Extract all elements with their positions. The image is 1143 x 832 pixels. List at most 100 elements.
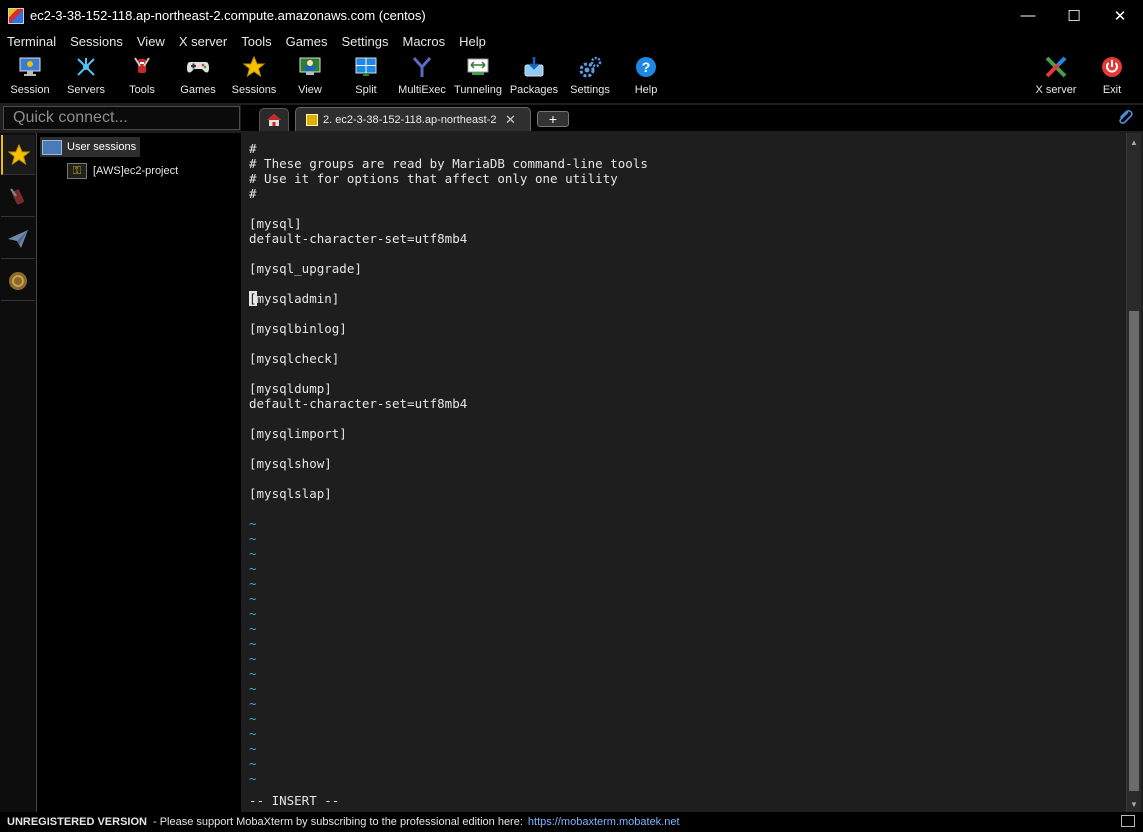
monitor-icon [18,55,42,79]
session-label: Session [10,84,50,96]
quick-connect-input[interactable]: Quick connect... [3,106,240,130]
session-tab[interactable]: 2. ec2-3-38-152-118.ap-northeast-2 ✕ [295,107,531,131]
monitor-icon[interactable] [1121,815,1135,827]
menu-view[interactable]: View [130,34,172,49]
paperclip-icon[interactable] [1117,109,1133,130]
packages-icon [522,55,546,79]
session-item-aws-ec2-project[interactable]: ⚿ [AWS]ec2-project [67,162,178,180]
help-label: Help [634,84,658,96]
session-button[interactable]: Session [2,51,58,103]
window-title: ec2-3-38-152-118.ap-northeast-2.compute.… [30,8,426,23]
x-server-button[interactable]: X server [1028,51,1084,103]
packages-button[interactable]: Packages [506,51,562,103]
scroll-down-arrow-icon[interactable]: ▼ [1127,797,1141,811]
terminal-line: [mysqlimport] [249,426,347,441]
key-icon: ⚿ [67,163,87,179]
gamepad-icon [186,55,210,79]
menu-help[interactable]: Help [452,34,493,49]
text-cursor: [ [249,291,257,306]
vim-empty-line-tilde: ~ [249,606,257,621]
svg-text:?: ? [642,59,651,75]
rail-macros-button[interactable] [1,261,35,301]
rail-sessions-button[interactable] [1,135,35,175]
view-button[interactable]: View [282,51,338,103]
vim-empty-line-tilde: ~ [249,771,257,786]
home-icon [267,114,281,126]
vim-empty-line-tilde: ~ [249,591,257,606]
close-tab-icon[interactable]: ✕ [505,112,516,128]
menu-games[interactable]: Games [279,34,335,49]
multiexec-button[interactable]: MultiExec [394,51,450,103]
menu-sessions[interactable]: Sessions [63,34,130,49]
vim-empty-line-tilde: ~ [249,531,257,546]
servers-label: Servers [67,84,105,96]
tools-button[interactable]: Tools [114,51,170,103]
side-rail [0,133,37,812]
terminal-line: [mysqlshow] [249,456,332,471]
terminal-line: default-character-set=utf8mb4 [249,231,468,246]
x-server-label: X server [1035,84,1077,96]
home-tab[interactable] [259,108,289,131]
vim-empty-line-tilde: ~ [249,546,257,561]
tunneling-button[interactable]: Tunneling [450,51,506,103]
mobatek-link[interactable]: https://mobaxterm.mobatek.net [528,816,680,828]
tab-bar: 2. ec2-3-38-152-118.ap-northeast-2 ✕ + [241,105,1143,131]
games-button[interactable]: Games [170,51,226,103]
packages-label: Packages [509,84,559,96]
terminal-line: [mysqlcheck] [249,351,340,366]
servers-button[interactable]: Servers [58,51,114,103]
terminal-line: # [249,186,257,201]
terminal-line: [mysqlbinlog] [249,321,347,336]
tunneling-icon [466,55,490,79]
sessions-label: Sessions [231,84,277,96]
help-icon: ? [634,55,658,79]
menu-settings[interactable]: Settings [335,34,396,49]
terminal-line: [mysql_upgrade] [249,261,362,276]
help-button[interactable]: ? Help [618,51,674,103]
menu-x-server[interactable]: X server [172,34,234,49]
minimize-button[interactable]: — [1005,0,1051,31]
sessions-sidebar: User sessions ⚿ [AWS]ec2-project [37,133,241,812]
terminal-scrollbar[interactable]: ▲ ▼ [1126,133,1141,813]
rail-tools-button[interactable] [1,177,35,217]
toolbar: Session Servers Tools Games Sessions Vie… [0,51,1143,103]
user-sessions-label: User sessions [67,141,137,153]
status-bar: UNREGISTERED VERSION - Please support Mo… [0,812,1143,832]
scroll-up-arrow-icon[interactable]: ▲ [1127,135,1141,149]
tools-icon [130,55,154,79]
star-icon [242,55,266,79]
scroll-thumb[interactable] [1129,311,1139,791]
terminal-line: # These groups are read by MariaDB comma… [249,156,648,171]
maximize-button[interactable]: ☐ [1051,0,1097,31]
vim-empty-line-tilde: ~ [249,621,257,636]
sessions-button[interactable]: Sessions [226,51,282,103]
rail-sftp-button[interactable] [1,219,35,259]
new-tab-button[interactable]: + [537,111,569,127]
vim-empty-line-tilde: ~ [249,666,257,681]
servers-icon [74,55,98,79]
split-button[interactable]: Split [338,51,394,103]
menu-tools[interactable]: Tools [234,34,278,49]
close-window-button[interactable]: ✕ [1097,0,1143,31]
tunneling-label: Tunneling [454,84,502,96]
menu-terminal[interactable]: Terminal [0,34,63,49]
vim-empty-line-tilde: ~ [249,516,257,531]
settings-button[interactable]: Settings [562,51,618,103]
macro-icon [9,271,27,290]
view-icon [298,55,322,79]
vim-mode-indicator: -- INSERT -- [249,793,340,808]
terminal-line: [mysql] [249,216,302,231]
exit-button[interactable]: Exit [1084,51,1140,103]
menu-macros[interactable]: Macros [395,34,452,49]
user-sessions-folder[interactable]: User sessions [40,137,141,157]
terminal-pane[interactable]: # # These groups are read by MariaDB comm… [242,133,1126,813]
terminal-output: # # These groups are read by MariaDB comm… [249,141,648,808]
